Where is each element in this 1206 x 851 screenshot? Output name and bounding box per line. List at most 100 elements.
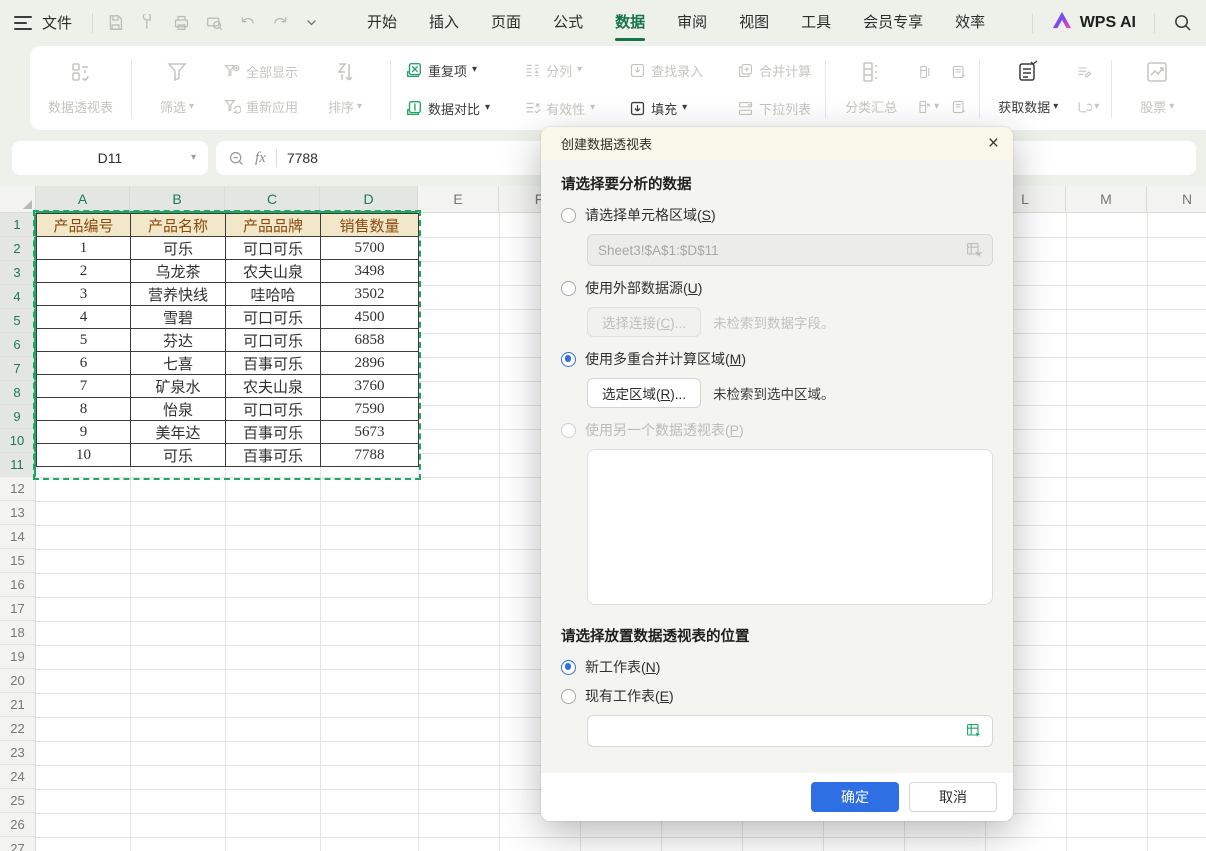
column-header-C[interactable]: C: [225, 186, 320, 213]
row-header-24[interactable]: 24: [0, 765, 36, 789]
table-cell[interactable]: 美年达: [131, 421, 226, 444]
undo-icon[interactable]: [239, 14, 256, 31]
row-header-7[interactable]: 7: [0, 357, 36, 381]
file-menu-button[interactable]: 文件: [42, 12, 72, 33]
row-header-5[interactable]: 5: [0, 309, 36, 333]
row-header-20[interactable]: 20: [0, 669, 36, 693]
row-header-14[interactable]: 14: [0, 525, 36, 549]
fx-icon[interactable]: fx: [255, 150, 266, 167]
table-cell[interactable]: 矿泉水: [131, 375, 226, 398]
radio-multi-consolidation[interactable]: 使用多重合并计算区域(M): [561, 349, 993, 369]
row-header-1[interactable]: 1: [0, 213, 36, 237]
search-minus-icon[interactable]: [228, 150, 245, 167]
table-cell[interactable]: 可乐: [131, 444, 226, 467]
ok-button[interactable]: 确定: [811, 782, 899, 812]
tab-数据[interactable]: 数据: [600, 0, 660, 45]
existing-location-input[interactable]: [587, 715, 993, 747]
row-header-18[interactable]: 18: [0, 621, 36, 645]
table-cell[interactable]: 5700: [321, 237, 419, 260]
row-header-27[interactable]: 27: [0, 837, 36, 851]
table-cell[interactable]: 可口可乐: [226, 329, 321, 352]
print-preview-icon[interactable]: [206, 14, 223, 31]
table-cell[interactable]: 7: [37, 375, 131, 398]
row-header-4[interactable]: 4: [0, 285, 36, 309]
table-cell[interactable]: 百事可乐: [226, 444, 321, 467]
table-cell[interactable]: 农夫山泉: [226, 375, 321, 398]
table-header-cell[interactable]: 产品品牌: [226, 214, 321, 237]
row-header-2[interactable]: 2: [0, 237, 36, 261]
tab-插入[interactable]: 插入: [414, 0, 474, 45]
table-cell[interactable]: 3502: [321, 283, 419, 306]
radio-existing-worksheet[interactable]: 现有工作表(E): [561, 686, 993, 706]
pivot-list-box[interactable]: [587, 449, 993, 605]
table-cell[interactable]: 营养快线: [131, 283, 226, 306]
row-header-19[interactable]: 19: [0, 645, 36, 669]
row-header-8[interactable]: 8: [0, 381, 36, 405]
wps-ai-button[interactable]: WPS AI: [1051, 10, 1136, 35]
more-chevron-icon[interactable]: [305, 16, 318, 29]
table-cell[interactable]: 2896: [321, 352, 419, 375]
print-icon[interactable]: [173, 14, 190, 31]
row-header-10[interactable]: 10: [0, 429, 36, 453]
search-icon[interactable]: [1173, 13, 1192, 32]
tab-页面[interactable]: 页面: [476, 0, 536, 45]
redo-icon[interactable]: [272, 14, 289, 31]
table-cell[interactable]: 可口可乐: [226, 398, 321, 421]
table-cell[interactable]: 5: [37, 329, 131, 352]
table-cell[interactable]: 9: [37, 421, 131, 444]
row-header-23[interactable]: 23: [0, 741, 36, 765]
row-header-22[interactable]: 22: [0, 717, 36, 741]
row-header-17[interactable]: 17: [0, 597, 36, 621]
close-icon[interactable]: ×: [988, 134, 999, 153]
select-range-button[interactable]: 选定区域(R)...: [587, 378, 701, 408]
table-cell[interactable]: 农夫山泉: [226, 260, 321, 283]
column-header-E[interactable]: E: [418, 186, 499, 213]
column-header-M[interactable]: M: [1066, 186, 1147, 213]
table-cell[interactable]: 7788: [321, 444, 419, 467]
row-header-13[interactable]: 13: [0, 501, 36, 525]
row-header-25[interactable]: 25: [0, 789, 36, 813]
column-header-B[interactable]: B: [130, 186, 225, 213]
range-picker-green-icon[interactable]: [966, 723, 982, 739]
tab-效率[interactable]: 效率: [940, 0, 1000, 45]
fill-button[interactable]: 填充▾: [625, 97, 707, 120]
table-cell[interactable]: 芬达: [131, 329, 226, 352]
radio-cell-range[interactable]: 请选择单元格区域(S): [561, 205, 993, 225]
tab-工具[interactable]: 工具: [786, 0, 846, 45]
table-header-cell[interactable]: 销售数量: [321, 214, 419, 237]
table-cell[interactable]: 3498: [321, 260, 419, 283]
table-cell[interactable]: 8: [37, 398, 131, 421]
table-cell[interactable]: 3760: [321, 375, 419, 398]
cancel-button[interactable]: 取消: [909, 782, 997, 812]
tab-开始[interactable]: 开始: [352, 0, 412, 45]
radio-new-worksheet[interactable]: 新工作表(N): [561, 657, 993, 677]
table-cell[interactable]: 可乐: [131, 237, 226, 260]
table-cell[interactable]: 哇哈哈: [226, 283, 321, 306]
row-header-15[interactable]: 15: [0, 549, 36, 573]
column-header-A[interactable]: A: [36, 186, 130, 213]
table-cell[interactable]: 怡泉: [131, 398, 226, 421]
main-menu-icon[interactable]: [14, 16, 32, 30]
table-cell[interactable]: 3: [37, 283, 131, 306]
tab-审阅[interactable]: 审阅: [662, 0, 722, 45]
table-cell[interactable]: 6: [37, 352, 131, 375]
row-header-11[interactable]: 11: [0, 453, 36, 477]
table-cell[interactable]: 可口可乐: [226, 306, 321, 329]
tab-公式[interactable]: 公式: [538, 0, 598, 45]
table-cell[interactable]: 4500: [321, 306, 419, 329]
save-icon[interactable]: [107, 14, 124, 31]
table-cell[interactable]: 百事可乐: [226, 421, 321, 444]
table-cell[interactable]: 1: [37, 237, 131, 260]
row-header-12[interactable]: 12: [0, 477, 36, 501]
row-header-26[interactable]: 26: [0, 813, 36, 837]
table-cell[interactable]: 7590: [321, 398, 419, 421]
export-pdf-icon[interactable]: [140, 14, 157, 31]
table-cell[interactable]: 雪碧: [131, 306, 226, 329]
row-header-9[interactable]: 9: [0, 405, 36, 429]
table-cell[interactable]: 4: [37, 306, 131, 329]
table-cell[interactable]: 百事可乐: [226, 352, 321, 375]
table-header-cell[interactable]: 产品编号: [37, 214, 131, 237]
tab-会员专享[interactable]: 会员专享: [848, 0, 938, 45]
row-header-3[interactable]: 3: [0, 261, 36, 285]
table-cell[interactable]: 10: [37, 444, 131, 467]
